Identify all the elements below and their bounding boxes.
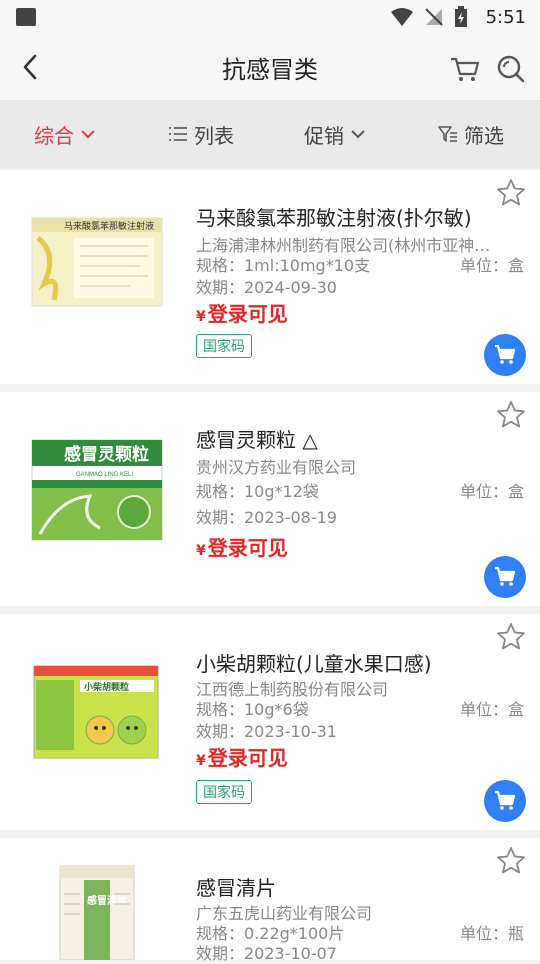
chevron-down-icon <box>351 130 365 139</box>
product-price: ¥ 登录可见 <box>196 298 288 327</box>
filter-screen-label: 筛选 <box>464 123 504 148</box>
product-image: 马来酸氯苯那敏注射液 <box>31 217 163 307</box>
search-icon[interactable] <box>494 52 528 86</box>
status-time: 5:51 <box>485 7 526 28</box>
product-image: 小柴胡颗粒 <box>33 665 159 759</box>
cart-icon <box>495 566 516 586</box>
product-card[interactable]: 感冒灵颗粒 GANMAO LING KELI 感冒灵颗粒 △ 贵州汉方药业有限公… <box>0 392 540 606</box>
filter-list-view-toggle[interactable]: 列表 <box>168 100 234 168</box>
svg-text:马来酸氯苯那敏注射液: 马来酸氯苯那敏注射液 <box>64 220 154 231</box>
product-expiry: 效期：2023-08-19 <box>196 508 337 527</box>
cart-icon <box>495 790 516 810</box>
cart-icon <box>495 344 516 364</box>
battery-charging-icon <box>455 6 467 27</box>
price-login-visible-text: 登录可见 <box>207 302 288 326</box>
status-icons <box>390 6 468 28</box>
product-name[interactable]: 感冒清片 <box>196 872 276 901</box>
list-icon <box>169 127 187 141</box>
product-card[interactable]: 感冒清片 感冒清片 广东五虎山药业有限公司 规格：0.22g*100片 单位：瓶… <box>0 838 540 963</box>
price-login-visible-text: 登录可见 <box>207 746 288 770</box>
filter-list-label: 列表 <box>194 123 234 148</box>
price-login-visible-text: 登录可见 <box>207 536 288 560</box>
product-unit: 单位：盒 <box>459 482 524 501</box>
product-spec: 规格：10g*6袋 <box>196 700 309 719</box>
favorite-star-icon[interactable] <box>496 400 526 430</box>
product-spec: 规格：10g*12袋 <box>196 482 319 501</box>
product-spec: 规格：1ml:10mg*10支 <box>196 256 371 275</box>
no-signal-icon <box>425 8 443 26</box>
filter-comprehensive-dropdown[interactable]: 综合 <box>34 100 96 168</box>
add-to-cart-button[interactable] <box>484 334 526 376</box>
shopping-cart-icon[interactable] <box>448 52 482 86</box>
favorite-star-icon[interactable] <box>496 622 526 652</box>
currency-symbol: ¥ <box>196 543 206 559</box>
svg-text:感冒灵颗粒: 感冒灵颗粒 <box>64 444 149 464</box>
product-unit: 单位：盒 <box>459 256 524 275</box>
product-name[interactable]: 小柴胡颗粒(儿童水果口感) <box>196 648 432 677</box>
add-to-cart-button[interactable] <box>484 556 526 598</box>
svg-text:GANMAO LING KELI: GANMAO LING KELI <box>76 472 133 478</box>
svg-text:小柴胡颗粒: 小柴胡颗粒 <box>83 681 129 692</box>
product-price: ¥ 登录可见 <box>196 532 288 561</box>
favorite-star-icon[interactable] <box>496 178 526 208</box>
national-code-badge: 国家码 <box>196 780 252 804</box>
favorite-star-icon[interactable] <box>496 846 526 876</box>
filter-funnel-icon <box>438 126 457 142</box>
status-bar: 5:51 <box>0 0 540 36</box>
product-card[interactable]: 马来酸氯苯那敏注射液 马来酸氯苯那敏注射液(扑尔敏) 上海浦津林州制药有限公司(… <box>0 170 540 384</box>
product-expiry: 效期：2023-10-07 <box>196 944 337 963</box>
product-unit: 单位：瓶 <box>459 924 524 943</box>
product-card[interactable]: 小柴胡颗粒 小柴胡颗粒(儿童水果口感) 江西德上制药股份有限公司 规格：10g*… <box>0 614 540 830</box>
add-to-cart-button[interactable] <box>484 780 526 822</box>
product-expiry: 效期：2023-10-31 <box>196 722 337 741</box>
product-image: 感冒灵颗粒 GANMAO LING KELI <box>31 439 163 541</box>
product-manufacturer: 贵州汉方药业有限公司 <box>196 458 357 477</box>
product-price: ¥ 登录可见 <box>196 742 288 771</box>
chevron-down-icon <box>81 130 95 139</box>
svg-text:感冒清片: 感冒清片 <box>87 894 127 907</box>
currency-symbol: ¥ <box>196 753 206 769</box>
product-unit: 单位：盒 <box>459 700 524 719</box>
product-image: 感冒清片 <box>59 865 135 960</box>
national-code-badge: 国家码 <box>196 334 252 358</box>
filter-bar: 综合 列表 促销 筛选 <box>0 100 540 168</box>
top-nav-bar: 抗感冒类 <box>0 36 540 100</box>
wifi-icon <box>391 8 413 26</box>
filter-comprehensive-label: 综合 <box>34 123 74 148</box>
product-name[interactable]: 感冒灵颗粒 △ <box>196 424 318 453</box>
filter-screen-button[interactable]: 筛选 <box>438 100 504 168</box>
filter-promotion-dropdown[interactable]: 促销 <box>304 100 366 168</box>
product-expiry: 效期：2024-09-30 <box>196 278 337 297</box>
filter-promotion-label: 促销 <box>304 123 344 148</box>
currency-symbol: ¥ <box>196 309 206 325</box>
image-notification-icon <box>16 8 36 26</box>
product-name[interactable]: 马来酸氯苯那敏注射液(扑尔敏) <box>196 202 472 231</box>
